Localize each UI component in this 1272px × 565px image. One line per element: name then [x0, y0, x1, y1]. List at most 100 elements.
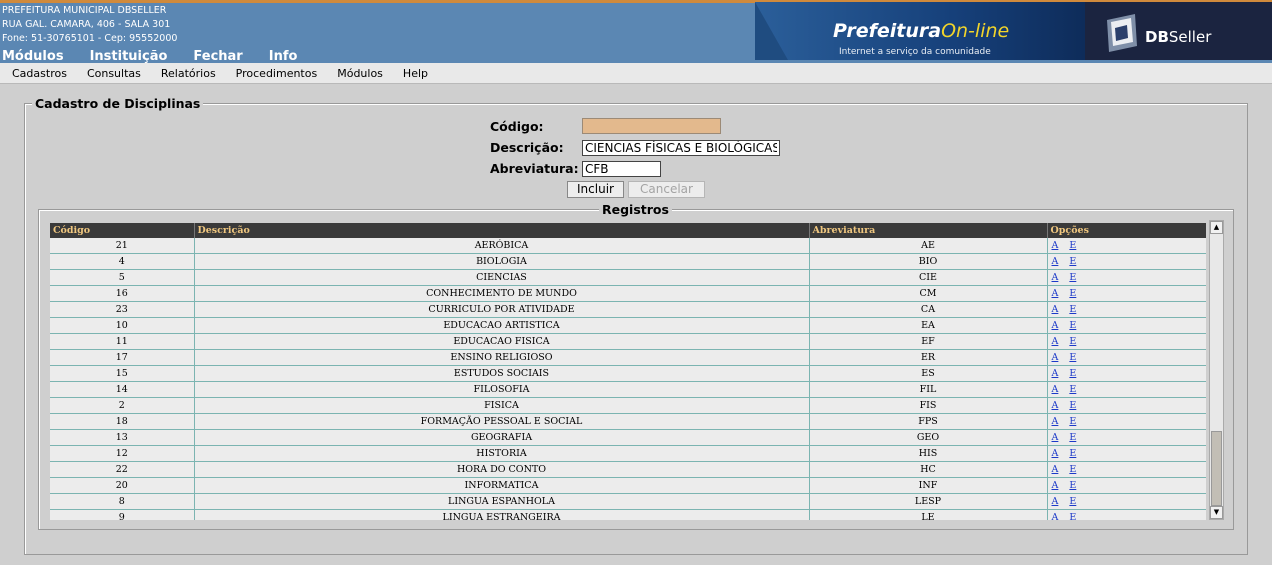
cell-codigo: 9 — [50, 509, 195, 520]
alter-link[interactable]: A — [1052, 448, 1059, 459]
exclude-link[interactable]: E — [1069, 432, 1076, 443]
top-menu-info[interactable]: Info — [269, 49, 298, 64]
cell-abreviatura: FPS — [809, 413, 1048, 430]
cell-codigo: 16 — [50, 285, 195, 302]
brand-subtitle: Internet a serviço da comunidade — [839, 47, 991, 57]
cell-codigo: 15 — [50, 365, 195, 382]
alter-link[interactable]: A — [1052, 464, 1059, 475]
cell-codigo: 13 — [50, 429, 195, 446]
registros-table: Código Descrição Abreviatura Opções 21 AE… — [50, 223, 1206, 520]
alter-link[interactable]: A — [1052, 432, 1059, 443]
scroll-up-arrow-icon[interactable]: ▲ — [1210, 221, 1223, 234]
alter-link[interactable]: A — [1052, 512, 1059, 520]
table-row: 12 HISTORIA HIS A E — [50, 445, 1206, 462]
exclude-link[interactable]: E — [1069, 512, 1076, 520]
table-row: 10 EDUCACAO ARTISTICA EA A E — [50, 317, 1206, 334]
exclude-link[interactable]: E — [1069, 448, 1076, 459]
col-header-descricao[interactable]: Descrição — [194, 223, 810, 238]
exclude-link[interactable]: E — [1069, 288, 1076, 299]
exclude-link[interactable]: E — [1069, 304, 1076, 315]
menu-relatorios[interactable]: Relatórios — [161, 67, 216, 80]
codigo-field[interactable] — [582, 118, 721, 134]
exclude-link[interactable]: E — [1069, 256, 1076, 267]
menu-cadastros[interactable]: Cadastros — [12, 67, 67, 80]
cell-abreviatura: ES — [809, 365, 1048, 382]
menu-modulos[interactable]: Módulos — [337, 67, 383, 80]
incluir-button[interactable]: Incluir — [567, 181, 624, 198]
cell-codigo: 4 — [50, 253, 195, 270]
exclude-link[interactable]: E — [1069, 368, 1076, 379]
exclude-link[interactable]: E — [1069, 352, 1076, 363]
top-menu-instituicao[interactable]: Instituição — [90, 49, 168, 64]
menu-consultas[interactable]: Consultas — [87, 67, 141, 80]
cell-abreviatura: EA — [809, 317, 1048, 334]
scroll-thumb[interactable] — [1211, 431, 1222, 506]
alter-link[interactable]: A — [1052, 304, 1059, 315]
table-row: 4 BIOLOGIA BIO A E — [50, 253, 1206, 270]
alter-link[interactable]: A — [1052, 288, 1059, 299]
cancelar-button[interactable]: Cancelar — [628, 181, 705, 198]
cell-abreviatura: ER — [809, 349, 1048, 366]
org-name: PREFEITURA MUNICIPAL DBSELLER — [2, 5, 167, 16]
top-menu-fechar[interactable]: Fechar — [193, 49, 242, 64]
cell-opcoes: AE — [1047, 333, 1206, 350]
cell-opcoes: AE — [1047, 461, 1206, 478]
registros-scrollbar[interactable]: ▲ ▼ — [1209, 220, 1224, 520]
abreviatura-field[interactable] — [582, 161, 661, 177]
alter-link[interactable]: A — [1052, 352, 1059, 363]
cell-opcoes: AE — [1047, 238, 1206, 254]
exclude-link[interactable]: E — [1069, 384, 1076, 395]
exclude-link[interactable]: E — [1069, 320, 1076, 331]
menu-help[interactable]: Help — [403, 67, 428, 80]
scroll-down-arrow-icon[interactable]: ▼ — [1210, 506, 1223, 519]
alter-link[interactable]: A — [1052, 496, 1059, 507]
cell-codigo: 17 — [50, 349, 195, 366]
registros-grid: Código Descrição Abreviatura Opções 21 AE… — [50, 223, 1206, 520]
alter-link[interactable]: A — [1052, 416, 1059, 427]
table-row: 18 FORMAÇÃO PESSOAL E SOCIAL FPS A E — [50, 413, 1206, 430]
alter-link[interactable]: A — [1052, 240, 1059, 251]
cell-codigo: 21 — [50, 238, 195, 254]
exclude-link[interactable]: E — [1069, 400, 1076, 411]
cell-abreviatura: FIS — [809, 397, 1048, 414]
alter-link[interactable]: A — [1052, 480, 1059, 491]
col-header-abreviatura[interactable]: Abreviatura — [809, 223, 1048, 238]
col-header-opcoes: Opções — [1047, 223, 1206, 238]
menu-procedimentos[interactable]: Procedimentos — [236, 67, 318, 80]
cell-descricao: ESTUDOS SOCIAIS — [194, 365, 810, 382]
descricao-field[interactable] — [582, 140, 780, 156]
alter-link[interactable]: A — [1052, 256, 1059, 267]
cell-descricao: LINGUA ESTRANGEIRA — [194, 509, 810, 520]
alter-link[interactable]: A — [1052, 368, 1059, 379]
cell-opcoes: AE — [1047, 285, 1206, 302]
exclude-link[interactable]: E — [1069, 496, 1076, 507]
alter-link[interactable]: A — [1052, 400, 1059, 411]
cell-descricao: FISICA — [194, 397, 810, 414]
exclude-link[interactable]: E — [1069, 480, 1076, 491]
alter-link[interactable]: A — [1052, 384, 1059, 395]
cell-descricao: AERÓBICA — [194, 238, 810, 254]
table-row: 15 ESTUDOS SOCIAIS ES A E — [50, 365, 1206, 382]
cell-descricao: INFORMATICA — [194, 477, 810, 494]
table-row: 14 FILOSOFIA FIL A E — [50, 381, 1206, 398]
alter-link[interactable]: A — [1052, 320, 1059, 331]
cell-descricao: HORA DO CONTO — [194, 461, 810, 478]
table-row: 23 CURRICULO POR ATIVIDADE CA A E — [50, 301, 1206, 318]
col-header-codigo[interactable]: Código — [50, 223, 195, 238]
cell-codigo: 8 — [50, 493, 195, 510]
alter-link[interactable]: A — [1052, 336, 1059, 347]
dbseller-logo-suffix: Seller — [1168, 28, 1212, 46]
cell-opcoes: AE — [1047, 301, 1206, 318]
table-row: 9 LINGUA ESTRANGEIRA LE A E — [50, 509, 1206, 520]
exclude-link[interactable]: E — [1069, 464, 1076, 475]
exclude-link[interactable]: E — [1069, 336, 1076, 347]
alter-link[interactable]: A — [1052, 272, 1059, 283]
exclude-link[interactable]: E — [1069, 416, 1076, 427]
cadastro-legend: Cadastro de Disciplinas — [32, 96, 204, 111]
exclude-link[interactable]: E — [1069, 240, 1076, 251]
cell-abreviatura: CA — [809, 301, 1048, 318]
table-row: 16 CONHECIMENTO DE MUNDO CM A E — [50, 285, 1206, 302]
top-menu: Módulos Instituição Fechar Info — [2, 49, 323, 64]
exclude-link[interactable]: E — [1069, 272, 1076, 283]
top-menu-modulos[interactable]: Módulos — [2, 49, 64, 64]
